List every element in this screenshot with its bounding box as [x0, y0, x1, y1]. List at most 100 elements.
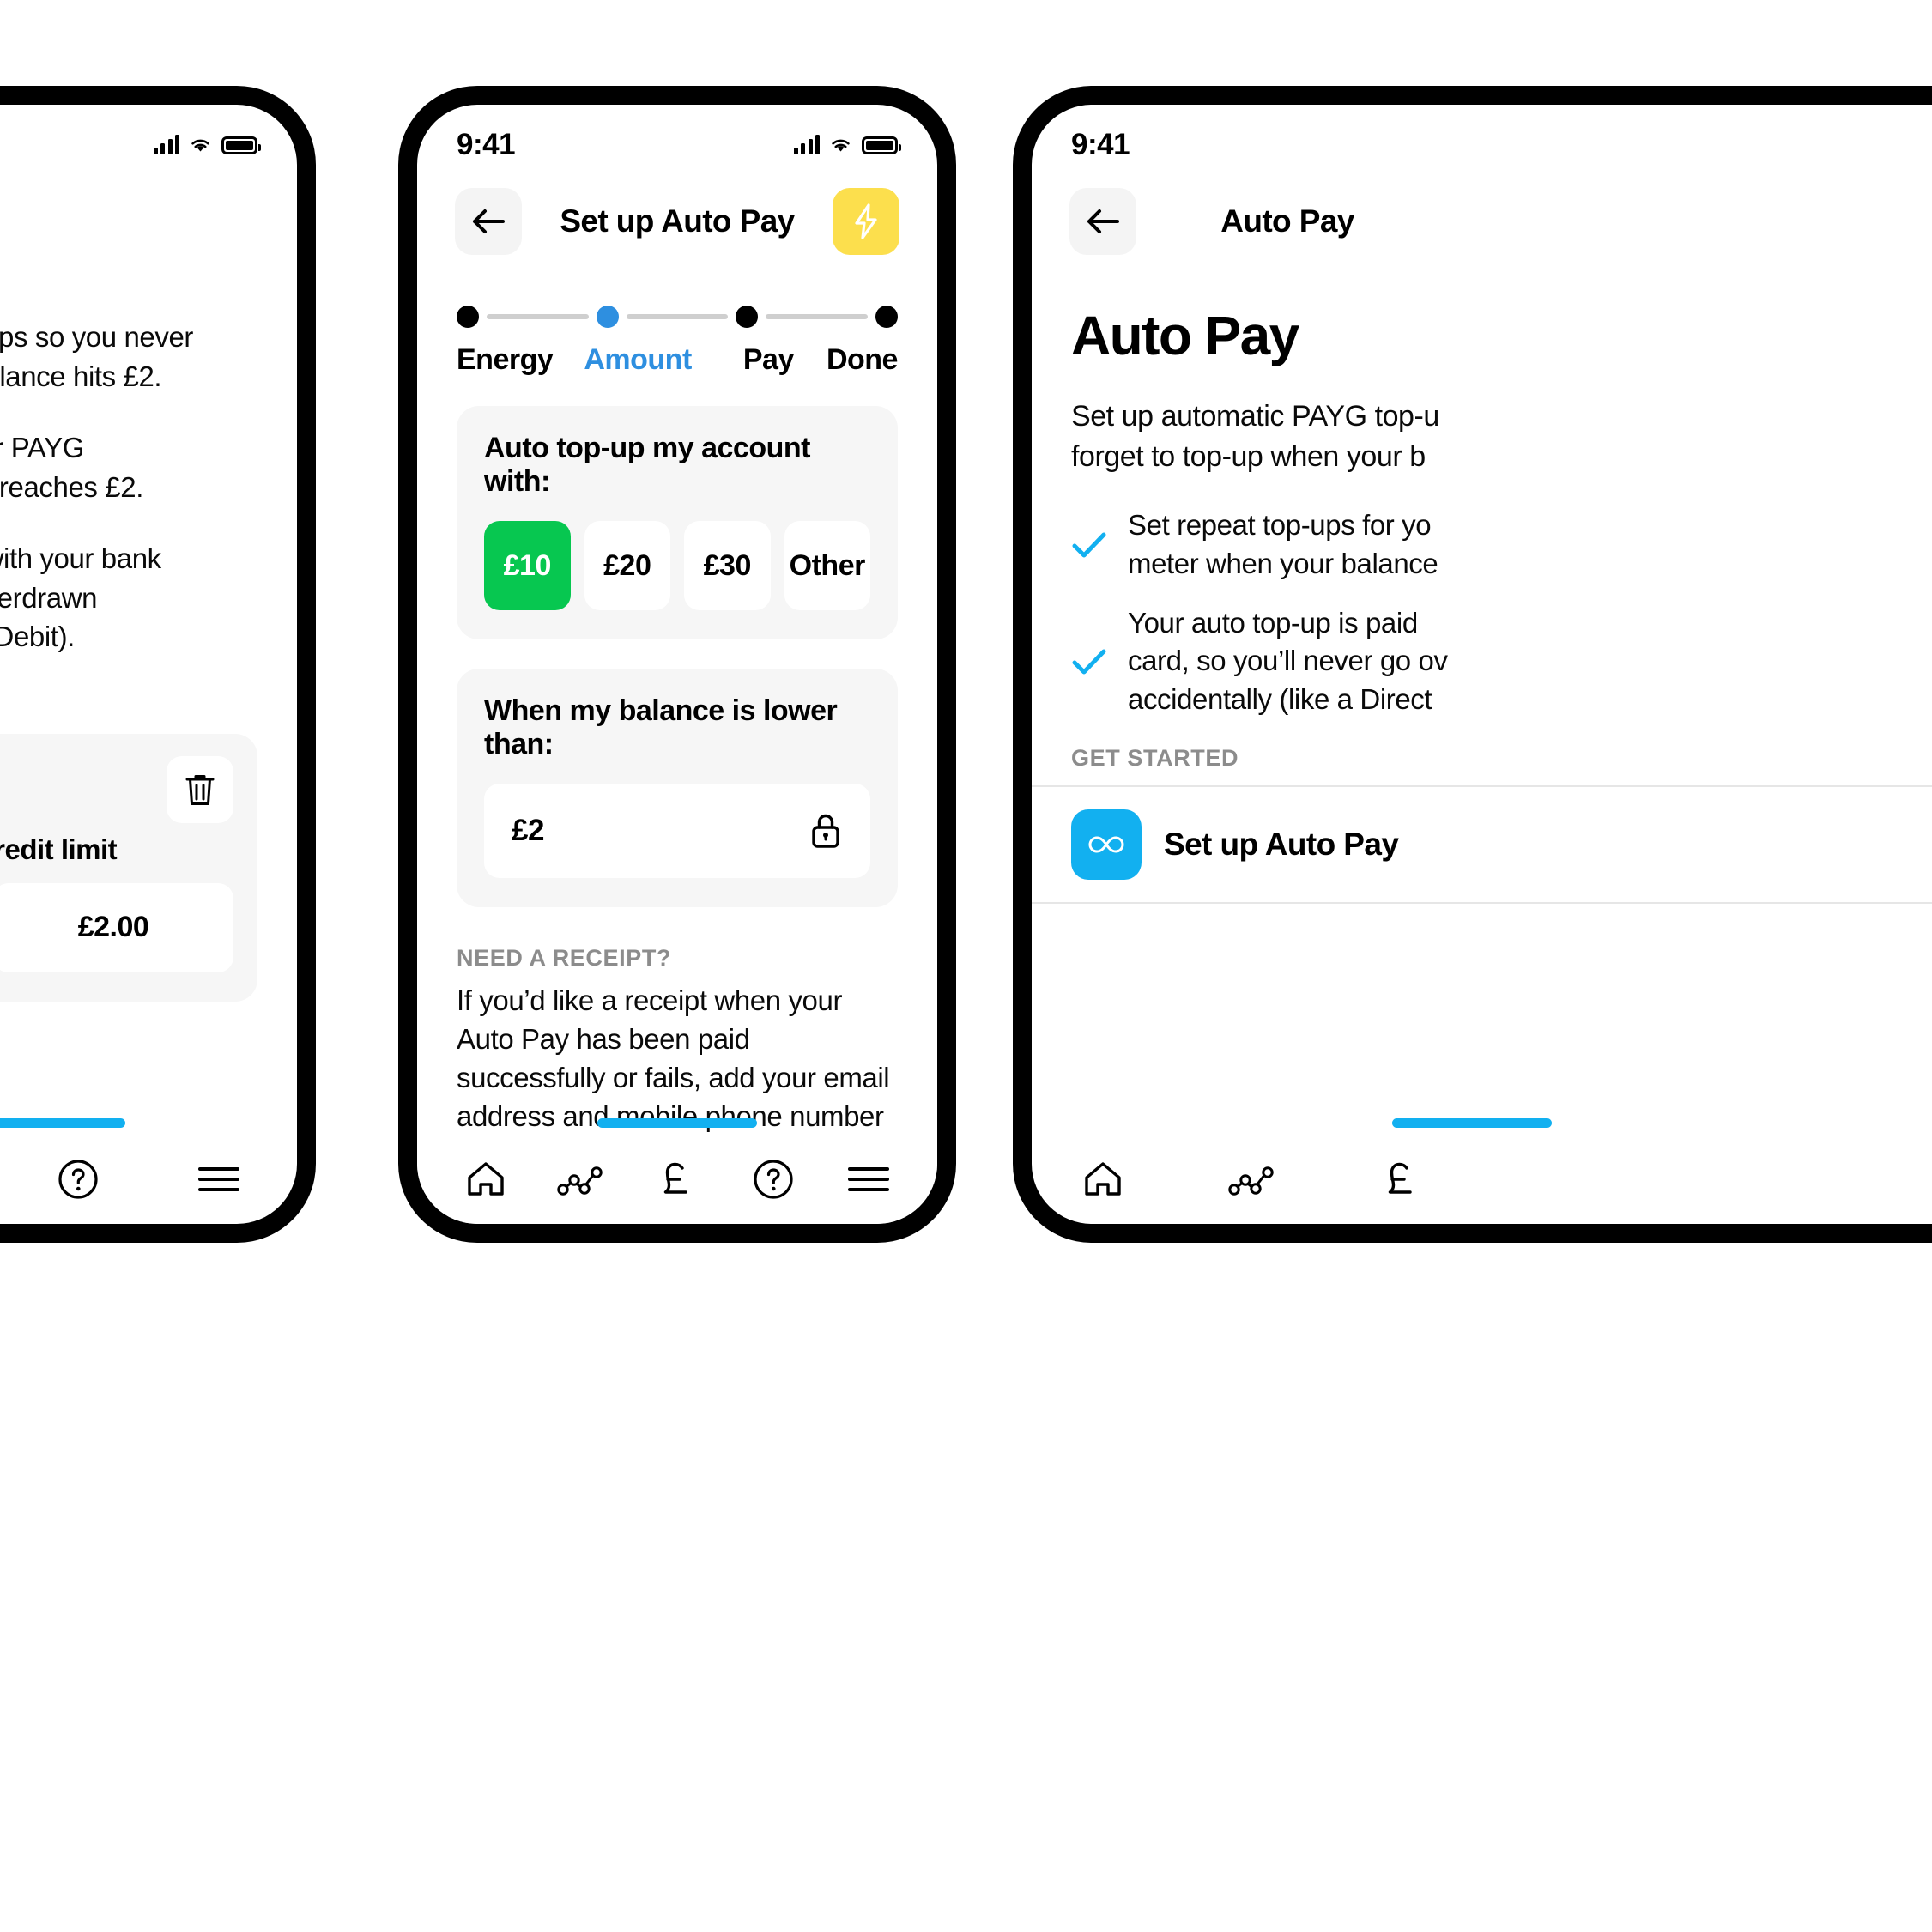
phone-screen-center: 9:41 Set up Auto Pay Energy Amount Pay D…	[417, 105, 937, 1224]
amount-option-30[interactable]: £30	[684, 521, 771, 610]
tab-pay[interactable]	[1368, 1146, 1435, 1213]
auto-pay-tile	[1071, 809, 1142, 881]
home-indicator-wrap	[0, 1118, 297, 1128]
tab-help[interactable]	[45, 1146, 112, 1213]
screenshot-canvas: Auto Pay c PAYG top-ups so you never whe…	[0, 0, 1932, 1932]
status-time: 9:41	[1071, 128, 1130, 161]
phone-screen-left: Auto Pay c PAYG top-ups so you never whe…	[0, 105, 297, 1224]
paragraph-line: your balance reaches £2.	[0, 470, 143, 503]
tab-home[interactable]	[452, 1146, 519, 1213]
status-icons	[793, 135, 901, 154]
stepper-segment	[626, 314, 729, 319]
stepper-label-amount: Amount	[584, 343, 692, 376]
nav-bar-right: Auto Pay	[1032, 170, 1932, 273]
stepper-track	[457, 306, 899, 328]
home-indicator	[0, 1118, 125, 1128]
amount-option-20[interactable]: £20	[584, 521, 670, 610]
nav-bar-left: Auto Pay	[0, 170, 297, 273]
paragraph-line: p-ups for your PAYG	[0, 432, 84, 464]
list-item-label: Set up Auto Pay	[1164, 827, 1399, 863]
lightning-bolt-icon	[855, 203, 877, 239]
credit-limit-row: £2.00	[0, 882, 233, 972]
hamburger-icon	[198, 1167, 239, 1191]
phone-mockup-right: 9:41 Auto Pay Auto Pay Set up automatic …	[1013, 86, 1932, 1243]
status-bar	[0, 105, 297, 170]
left-body-text: c PAYG top-ups so you never when your ba…	[0, 318, 297, 657]
credit-limit-value[interactable]: £2.00	[0, 882, 233, 972]
bullet-line: card, so you’ll never go ov	[1128, 645, 1448, 677]
paragraph-line: ll never go overdrawn	[0, 581, 98, 614]
credit-limit-label: Credit limit	[0, 833, 118, 865]
energy-action-button[interactable]	[833, 188, 899, 255]
amount-option-10[interactable]: £10	[484, 521, 571, 610]
tab-usage[interactable]	[1219, 1146, 1286, 1213]
home-indicator-wrap	[417, 1118, 937, 1128]
tab-home[interactable]	[1069, 1146, 1136, 1213]
delete-button[interactable]	[167, 755, 233, 823]
intro-line: Set up automatic PAYG top-u	[1071, 400, 1439, 433]
back-button[interactable]	[455, 188, 522, 255]
balance-threshold-value: £2	[512, 814, 544, 847]
tab-pay[interactable]	[644, 1146, 711, 1213]
progress-stepper: Energy Amount Pay Done	[417, 273, 937, 377]
status-bar: 9:41	[1032, 105, 1932, 170]
list-item-text: Your auto top-up is paid card, so you’ll…	[1128, 604, 1448, 720]
paragraph-line: p-up is paid with your bank	[0, 542, 161, 575]
tab-bar-left	[0, 1135, 297, 1224]
check-icon	[1072, 649, 1106, 675]
tab-help[interactable]	[740, 1146, 807, 1213]
battery-icon	[221, 136, 261, 154]
hamburger-icon	[848, 1167, 890, 1191]
wifi-icon	[191, 139, 209, 152]
pound-icon	[1388, 1162, 1412, 1194]
home-indicator	[597, 1118, 757, 1128]
home-icon	[1085, 1162, 1121, 1196]
tab-menu[interactable]	[835, 1146, 902, 1213]
stepper-dot-energy[interactable]	[457, 306, 479, 328]
bullet-line: accidentally (like a Direct	[1128, 683, 1432, 716]
question-circle-icon	[58, 1160, 98, 1199]
auto-topup-title: Auto top-up my account with:	[484, 432, 810, 498]
paragraph-line: when your balance hits £2.	[0, 360, 162, 392]
stepper-dot-pay[interactable]	[736, 306, 759, 328]
tab-menu[interactable]	[185, 1146, 252, 1213]
bullet-line: Your auto top-up is paid	[1128, 606, 1418, 639]
intro-text: Set up automatic PAYG top-u forget to to…	[1032, 397, 1932, 477]
back-button[interactable]	[1069, 188, 1136, 255]
list-item-setup-auto-pay[interactable]: Set up Auto Pay	[1032, 785, 1932, 905]
auto-topup-card: Auto top-up my account with: £10 £20 £30…	[457, 406, 898, 639]
phone-screen-right: 9:41 Auto Pay Auto Pay Set up automatic …	[1032, 105, 1932, 1224]
tab-bar-center	[417, 1135, 937, 1224]
balance-threshold-field[interactable]: £2	[484, 784, 870, 878]
infinity-icon	[1088, 836, 1124, 853]
amount-options: £10 £20 £30 Other	[484, 521, 870, 610]
stepper-labels: Energy Amount Pay Done	[457, 343, 898, 377]
paragraph-line: (like a Direct Debit).	[0, 621, 75, 653]
status-time: 9:41	[457, 128, 516, 161]
status-icons	[153, 135, 261, 154]
status-bar: 9:41	[417, 105, 937, 170]
tab-usage[interactable]	[548, 1146, 615, 1213]
cellular-signal-icon	[153, 135, 179, 154]
stepper-dot-amount[interactable]	[596, 306, 619, 328]
balance-threshold-card: When my balance is lower than: £2	[457, 669, 898, 907]
list-item-text: Set repeat top-ups for yo meter when you…	[1128, 506, 1438, 584]
paragraph-line: c PAYG top-ups so you never	[0, 321, 194, 353]
usage-graph-icon	[1228, 1166, 1274, 1196]
check-icon	[1072, 532, 1106, 558]
question-circle-icon	[753, 1160, 793, 1199]
home-indicator	[1392, 1118, 1552, 1128]
stepper-dot-done[interactable]	[875, 306, 899, 328]
tab-bar-right	[1032, 1135, 1932, 1224]
amount-option-other[interactable]: Other	[784, 521, 870, 610]
stepper-segment	[766, 314, 869, 319]
nav-bar-center: Set up Auto Pay	[417, 170, 937, 273]
phone-mockup-left: Auto Pay c PAYG top-ups so you never whe…	[0, 86, 316, 1243]
phone-mockup-center: 9:41 Set up Auto Pay Energy Amount Pay D…	[398, 86, 956, 1243]
battery-icon	[862, 136, 901, 154]
arrow-left-icon	[1087, 209, 1119, 233]
wifi-icon	[832, 139, 850, 152]
intro-line: forget to top-up when your b	[1071, 439, 1426, 473]
stepper-segment	[487, 314, 589, 319]
balance-threshold-title: When my balance is lower than:	[484, 694, 838, 760]
